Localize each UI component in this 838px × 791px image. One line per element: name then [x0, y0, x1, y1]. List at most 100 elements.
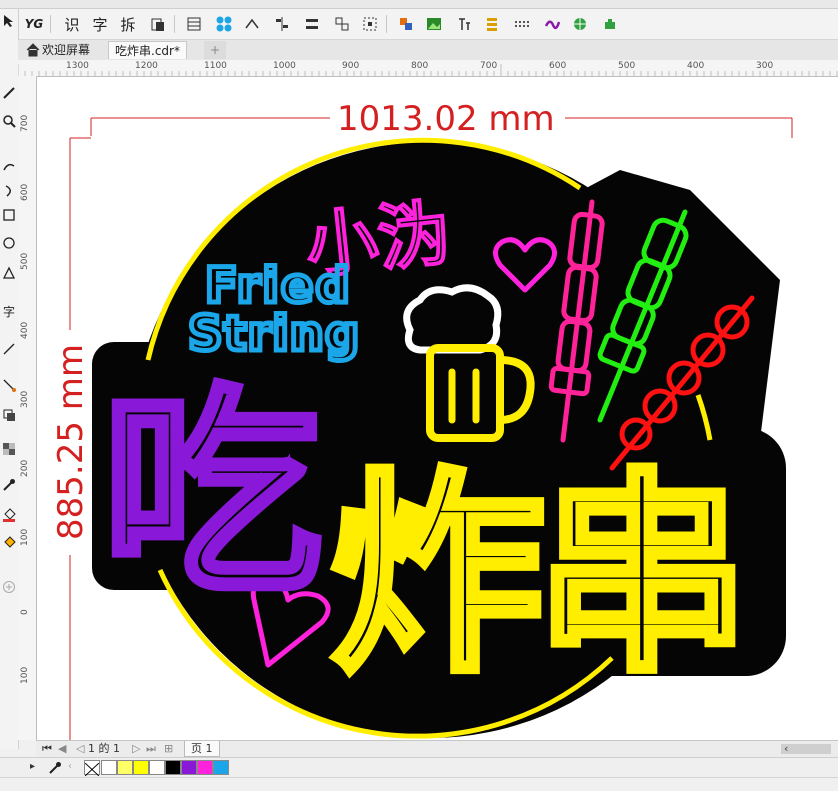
toolbar-separator — [174, 15, 175, 33]
document-tabs: 欢迎屏幕 吃炸串.cdr* + — [18, 40, 838, 61]
prev-page-button[interactable]: ◀ — [58, 741, 66, 757]
palette-flyout-icon[interactable]: ▸ — [30, 761, 35, 772]
transparency-tool-icon[interactable] — [1, 441, 17, 457]
artwork-main-chars: 炸串 — [330, 450, 740, 701]
color-swatch[interactable] — [149, 760, 165, 775]
artistic-media-icon[interactable] — [1, 183, 17, 199]
artwork-english-line2: String — [188, 306, 360, 362]
page-tab[interactable]: 页 1 — [184, 741, 220, 757]
pattern-icon[interactable] — [214, 14, 234, 34]
align-icon[interactable] — [272, 14, 292, 34]
artwork: 小沩 Fried String 吃 炸串 1013.02 mm 885.25 m… — [51, 99, 793, 740]
fill-tool-icon[interactable] — [1, 507, 17, 523]
drawing-canvas[interactable]: 小沩 Fried String 吃 炸串 1013.02 mm 885.25 m… — [37, 77, 838, 740]
title-strip — [0, 0, 838, 9]
ruler-label: 0 — [20, 609, 30, 615]
tab-welcome[interactable]: 欢迎屏幕 — [36, 41, 96, 59]
connector-tool-icon[interactable] — [1, 377, 17, 393]
main-toolbar: YG 识 字 拆 — [0, 9, 838, 40]
ruler-label: 100 — [20, 666, 30, 684]
ruler-label: 900 — [342, 61, 360, 71]
arrange-icon[interactable] — [332, 14, 352, 34]
ruler-label: 1100 — [204, 61, 227, 71]
first-page-button[interactable]: ⏮ — [42, 741, 52, 757]
interactive-fill-icon[interactable] — [1, 535, 17, 551]
color-palette: ▸ ‹ — [0, 757, 838, 778]
color-swatch[interactable] — [213, 760, 229, 775]
add-tool-icon[interactable] — [1, 579, 17, 595]
ruler-label: 300 — [20, 390, 30, 408]
yg-plugin-button[interactable]: YG — [24, 14, 44, 34]
table-icon[interactable] — [184, 14, 204, 34]
text-tool-icon[interactable]: 字 — [1, 303, 17, 319]
pick-tool-icon[interactable] — [1, 13, 17, 29]
ruler-label: 100 — [20, 528, 30, 546]
tab-document[interactable]: 吃炸串.cdr* — [108, 41, 187, 59]
eyedropper-tool-icon[interactable] — [1, 477, 17, 493]
node-edit-icon[interactable] — [242, 14, 262, 34]
status-bar — [0, 777, 838, 791]
shape-tool-icon[interactable] — [1, 85, 17, 101]
puzzle-icon[interactable] — [600, 14, 620, 34]
rectangle-tool-icon[interactable] — [1, 207, 17, 223]
select-area-icon[interactable] — [360, 14, 380, 34]
ruler-label: 200 — [20, 459, 30, 477]
ruler-label: 600 — [549, 61, 567, 71]
image-icon[interactable] — [424, 14, 444, 34]
shadow-tool-icon[interactable] — [1, 407, 17, 423]
ruler-label: 400 — [687, 61, 705, 71]
palette-scroll-left-icon[interactable]: ‹ — [68, 761, 72, 772]
page-count: 1 的 1 — [88, 742, 120, 755]
add-page-button[interactable]: ⊞ — [164, 741, 173, 757]
polygon-tool-icon[interactable] — [1, 265, 17, 281]
ruler-label: 700 — [480, 61, 498, 71]
prev-icon[interactable]: ◁ — [76, 741, 84, 757]
globe-icon[interactable] — [570, 14, 590, 34]
ellipse-tool-icon[interactable] — [1, 235, 17, 251]
toolbar-separator — [50, 15, 51, 33]
text-tool-icon[interactable] — [454, 14, 474, 34]
ruler-label: 500 — [618, 61, 636, 71]
distribute-icon[interactable] — [302, 14, 322, 34]
list-icon[interactable] — [482, 14, 502, 34]
toolbar-separator — [386, 15, 387, 33]
ruler-label: 1200 — [135, 61, 158, 71]
horizontal-scrollbar[interactable] — [781, 744, 831, 754]
ruler-label: 700 — [20, 114, 30, 132]
ruler-label: 1300 — [66, 61, 89, 71]
vertical-ruler: 700 600 500 400 300 200 100 0 100 — [18, 76, 37, 740]
split-button[interactable]: 拆 — [118, 14, 138, 34]
last-page-button[interactable]: ⏭ — [146, 741, 156, 757]
scroll-left-icon[interactable]: ‹ — [784, 741, 788, 757]
page-navigation-bar: ⏮ ◀ ◁ 1 的 1 ▷ ⏭ ⊞ 页 1 ‹ — [36, 740, 838, 757]
height-dimension-label: 885.25 mm — [51, 344, 91, 540]
color-swatch[interactable] — [101, 760, 117, 775]
ruler-label: 400 — [20, 321, 30, 339]
toolbox: 字 — [0, 9, 19, 749]
freehand-tool-icon[interactable] — [1, 159, 17, 175]
next-page-button[interactable]: ▷ — [132, 741, 140, 757]
ruler-label: 1000 — [273, 61, 296, 71]
color-swatch[interactable] — [165, 760, 181, 775]
blend-icon[interactable] — [542, 14, 562, 34]
ruler-label: 800 — [411, 61, 429, 71]
ruler-label: 500 — [20, 252, 30, 270]
artwork-char-chi: 吃 — [102, 366, 322, 622]
dimension-tool-icon[interactable] — [1, 341, 17, 357]
color-swatch[interactable] — [181, 760, 197, 775]
ruler-label: 600 — [20, 183, 30, 201]
grid-icon[interactable] — [512, 14, 532, 34]
horizontal-ruler: 1300 1200 1100 1000 900 800 700 600 500 400 300 — [18, 60, 838, 77]
ruler-label: 300 — [756, 61, 774, 71]
new-tab-button[interactable]: + — [204, 41, 227, 59]
font-button[interactable]: 字 — [90, 14, 110, 34]
color-swatch[interactable] — [133, 760, 149, 775]
color-swatch[interactable] — [117, 760, 133, 775]
recognize-button[interactable]: 识 — [62, 14, 82, 34]
width-dimension-label: 1013.02 mm — [337, 99, 555, 139]
shape-icon[interactable] — [396, 14, 416, 34]
no-color-swatch[interactable] — [84, 760, 100, 777]
clipboard-icon[interactable] — [148, 14, 168, 34]
zoom-tool-icon[interactable] — [1, 113, 17, 129]
color-swatch[interactable] — [197, 760, 213, 775]
